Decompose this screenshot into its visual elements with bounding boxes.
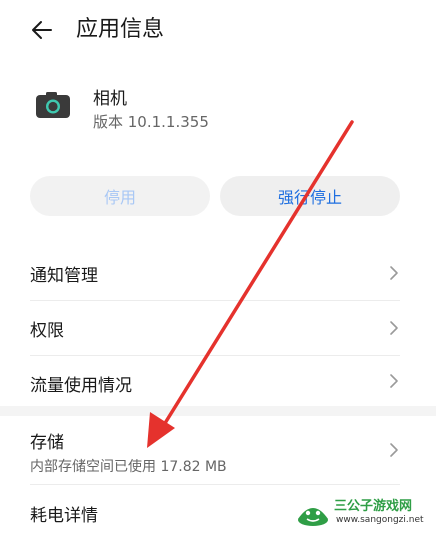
chevron-right-icon <box>390 266 398 280</box>
item-label: 通知管理 <box>30 266 98 286</box>
list-item-notification-management[interactable]: 通知管理 <box>0 246 436 300</box>
item-label: 存储 <box>30 433 64 453</box>
camera-icon <box>36 92 70 118</box>
list-item-storage[interactable]: 存储 内部存储空间已使用 17.82 MB <box>0 416 436 484</box>
back-button[interactable] <box>24 12 60 48</box>
section-separator <box>0 406 436 416</box>
page-title: 应用信息 <box>76 17 165 42</box>
chevron-right-icon <box>390 443 398 457</box>
item-label: 权限 <box>30 321 64 341</box>
chevron-right-icon <box>390 374 398 388</box>
list-item-permissions[interactable]: 权限 <box>0 301 436 355</box>
list-item-data-usage[interactable]: 流量使用情况 <box>0 356 436 406</box>
item-label: 耗电详情 <box>30 506 98 526</box>
force-stop-button[interactable]: 强行停止 <box>220 176 400 216</box>
app-info: 相机 版本 10.1.1.355 <box>0 78 436 142</box>
header: 应用信息 <box>0 0 436 60</box>
watermark-url: www.sangongzi.net <box>336 515 424 525</box>
disable-button[interactable]: 停用 <box>30 176 210 216</box>
item-label: 流量使用情况 <box>30 376 132 396</box>
arrow-left-icon <box>32 21 52 39</box>
storage-usage-text: 内部存储空间已使用 17.82 MB <box>30 459 227 475</box>
app-name: 相机 <box>93 89 127 109</box>
watermark-logo-icon <box>298 508 328 526</box>
chevron-right-icon <box>390 321 398 335</box>
watermark: 三公子游戏网 www.sangongzi.net <box>296 495 432 531</box>
watermark-name: 三公子游戏网 <box>334 499 413 514</box>
app-version: 版本 10.1.1.355 <box>93 113 209 131</box>
